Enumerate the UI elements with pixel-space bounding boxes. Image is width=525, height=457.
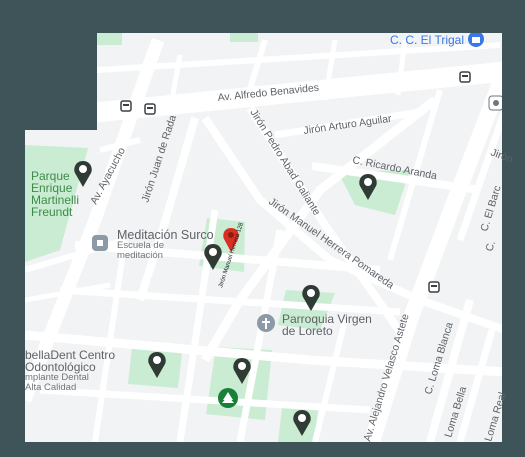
poi-label-meditacion[interactable]: Meditación Surco Escuela de meditación (117, 229, 214, 261)
park-label-enrique-martinelli[interactable]: Parque Enrique Martinelli Freundt (31, 170, 79, 218)
park-top-center (230, 33, 258, 42)
tree-icon[interactable] (218, 388, 238, 408)
transit-icon (459, 71, 471, 83)
transit-icon (428, 281, 440, 293)
transit-icon (144, 103, 156, 115)
poi-category: Alta Calidad (25, 382, 77, 393)
info-icon[interactable] (92, 235, 108, 251)
poi-category: meditación (117, 250, 163, 261)
shopping-icon[interactable] (468, 31, 484, 47)
poi-label-cc-el-trigal[interactable]: C. C. El Trigal (390, 33, 464, 47)
transit-icon (120, 100, 132, 112)
park-top-left (97, 33, 122, 45)
poi-label-belladent[interactable]: bellaDent Centro Odontológico mplante De… (25, 349, 115, 393)
park-name-line: Freundt (31, 205, 73, 219)
poi-name: de Loreto (282, 324, 333, 338)
poi-label-parroquia[interactable]: Parroquia Virgen de Loreto (282, 313, 372, 337)
church-icon[interactable] (257, 314, 275, 332)
transit-icon (488, 95, 502, 111)
